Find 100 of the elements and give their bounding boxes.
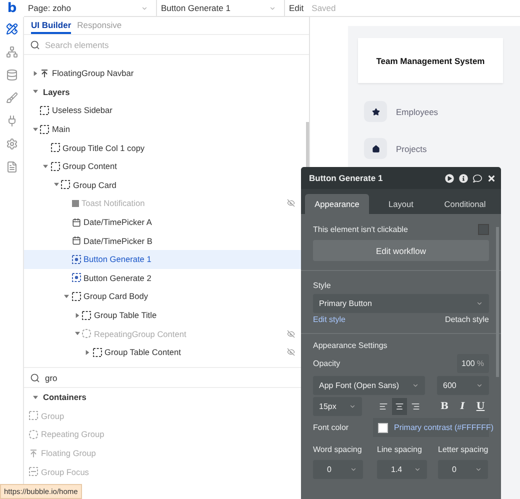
- layer-item[interactable]: Group Card Body: [24, 287, 309, 306]
- font-dropdown[interactable]: App Font (Open Sans): [313, 376, 425, 395]
- sitemap-icon[interactable]: [6, 46, 18, 58]
- layer-item[interactable]: Useless Sidebar: [24, 101, 309, 120]
- caret-icon: [476, 300, 483, 307]
- panel-tab[interactable]: Layout: [369, 194, 433, 214]
- pin-up-icon: [29, 448, 38, 458]
- caret-icon: [141, 4, 148, 12]
- pin-up-icon: [40, 68, 49, 78]
- search-field[interactable]: gro: [45, 372, 303, 382]
- panel-tab[interactable]: Appearance: [305, 194, 369, 214]
- dashed-square-icon: [50, 162, 60, 171]
- layer-item[interactable]: FloatingGroup Navbar: [24, 64, 309, 83]
- database-icon[interactable]: [6, 69, 18, 81]
- clickable-checkbox[interactable]: [478, 224, 489, 235]
- caret-icon[interactable]: [43, 164, 48, 169]
- detach-style-link[interactable]: Detach style: [444, 315, 489, 324]
- opacity-field[interactable]: 100 %: [456, 354, 489, 373]
- italic-button[interactable]: I: [454, 401, 471, 412]
- bold-button[interactable]: B: [436, 401, 453, 412]
- size-dropdown[interactable]: 15px: [313, 397, 362, 416]
- underline-button[interactable]: U: [472, 401, 489, 412]
- clickable-label: This element isn't clickable: [313, 225, 408, 234]
- caret-icon: [414, 466, 421, 473]
- search-field[interactable]: Search elements: [45, 40, 303, 50]
- eye-off-icon[interactable]: [287, 199, 295, 208]
- eye-off-icon[interactable]: [287, 330, 295, 338]
- nav-label: Projects: [396, 144, 427, 154]
- builder-tab[interactable]: UI Builder: [31, 17, 72, 34]
- dashed-square-icon: [29, 467, 38, 476]
- eye-off-icon[interactable]: [287, 348, 295, 356]
- spacing-label: Word spacing: [313, 445, 363, 454]
- play-icon[interactable]: [445, 174, 454, 182]
- dashed-square-icon: [61, 180, 70, 190]
- layer-item[interactable]: Button Generate 2: [24, 268, 309, 288]
- caret-icon: [412, 382, 419, 389]
- layer-item[interactable]: Main: [24, 120, 309, 138]
- app-logo[interactable]: b: [0, 0, 24, 17]
- caret-icon[interactable]: [74, 331, 80, 336]
- design-tools-icon[interactable]: [6, 23, 18, 35]
- info-icon[interactable]: [459, 174, 468, 182]
- dashed-square-icon: [40, 106, 49, 115]
- caret-icon[interactable]: [32, 126, 38, 132]
- comment-icon[interactable]: [473, 174, 482, 182]
- layer-item[interactable]: Date/TimePicker B: [24, 231, 309, 250]
- search-icon: [30, 372, 40, 382]
- app-title-card: Team Management System: [358, 38, 503, 83]
- spacing-dropdown[interactable]: 1.4: [377, 460, 427, 479]
- style-dropdown[interactable]: Primary Button: [313, 294, 489, 313]
- layer-item[interactable]: Group Table Title: [24, 306, 309, 324]
- settings-icon[interactable]: [6, 138, 18, 150]
- caret-icon[interactable]: [74, 312, 80, 318]
- font-color-label: Font color: [313, 423, 349, 432]
- close-icon[interactable]: [487, 174, 496, 182]
- save-status: Saved: [310, 2, 337, 15]
- layer-item[interactable]: Group Card: [24, 176, 309, 194]
- brush-icon[interactable]: [6, 92, 18, 104]
- dashed-square-icon: [40, 124, 49, 134]
- opacity-label: Opacity: [313, 359, 340, 368]
- element-dropdown[interactable]: Button Generate 1: [157, 0, 285, 16]
- nav-label: Employees: [396, 106, 438, 116]
- layer-item[interactable]: Group Title Col 1 copy: [24, 138, 309, 157]
- edit-workflow-button[interactable]: Edit workflow: [313, 240, 489, 261]
- caret-icon[interactable]: [54, 182, 58, 188]
- layer-item[interactable]: Group Table Content: [24, 342, 309, 362]
- panel-tab[interactable]: Conditional: [433, 194, 497, 214]
- document-icon[interactable]: [6, 161, 18, 173]
- containers-header[interactable]: Containers: [24, 388, 309, 407]
- caret-icon: [349, 403, 356, 410]
- color-swatch[interactable]: [378, 422, 388, 432]
- plug-icon[interactable]: [6, 115, 18, 127]
- button-icon: [72, 273, 80, 282]
- caret-icon[interactable]: [32, 394, 38, 400]
- caret-icon[interactable]: [64, 294, 69, 299]
- align-center-icon[interactable]: [392, 398, 406, 415]
- square-icon: [72, 200, 78, 207]
- calendar-icon: [72, 218, 80, 227]
- spacing-label: Letter spacing: [438, 445, 489, 454]
- dashed-square-icon: [92, 348, 102, 357]
- layer-item[interactable]: Group Content: [24, 156, 309, 176]
- dashed-square-icon: [29, 411, 38, 420]
- spacing-label: Line spacing: [377, 445, 423, 454]
- caret-icon[interactable]: [32, 89, 38, 94]
- dashed-square-icon: [82, 310, 91, 320]
- caret-icon: [350, 466, 357, 473]
- spacing-dropdown[interactable]: 0: [438, 460, 488, 479]
- style-label: Style: [313, 281, 331, 290]
- button-icon: [72, 254, 80, 264]
- caret-icon: [476, 382, 483, 389]
- page-dropdown[interactable]: Page: zoho: [24, 0, 157, 16]
- weight-dropdown[interactable]: 600: [437, 376, 489, 395]
- panel-title: Button Generate 1: [309, 173, 383, 183]
- dashed-square-icon: [72, 292, 80, 301]
- edit-menu[interactable]: Edit: [285, 0, 308, 16]
- caret-icon[interactable]: [32, 70, 38, 76]
- edit-style-link[interactable]: Edit style: [313, 315, 346, 324]
- layer-item[interactable]: Date/TimePicker A: [24, 212, 309, 232]
- spacing-dropdown[interactable]: 0: [313, 460, 363, 479]
- layers-header[interactable]: Layers: [24, 82, 309, 102]
- caret-icon[interactable]: [85, 350, 90, 355]
